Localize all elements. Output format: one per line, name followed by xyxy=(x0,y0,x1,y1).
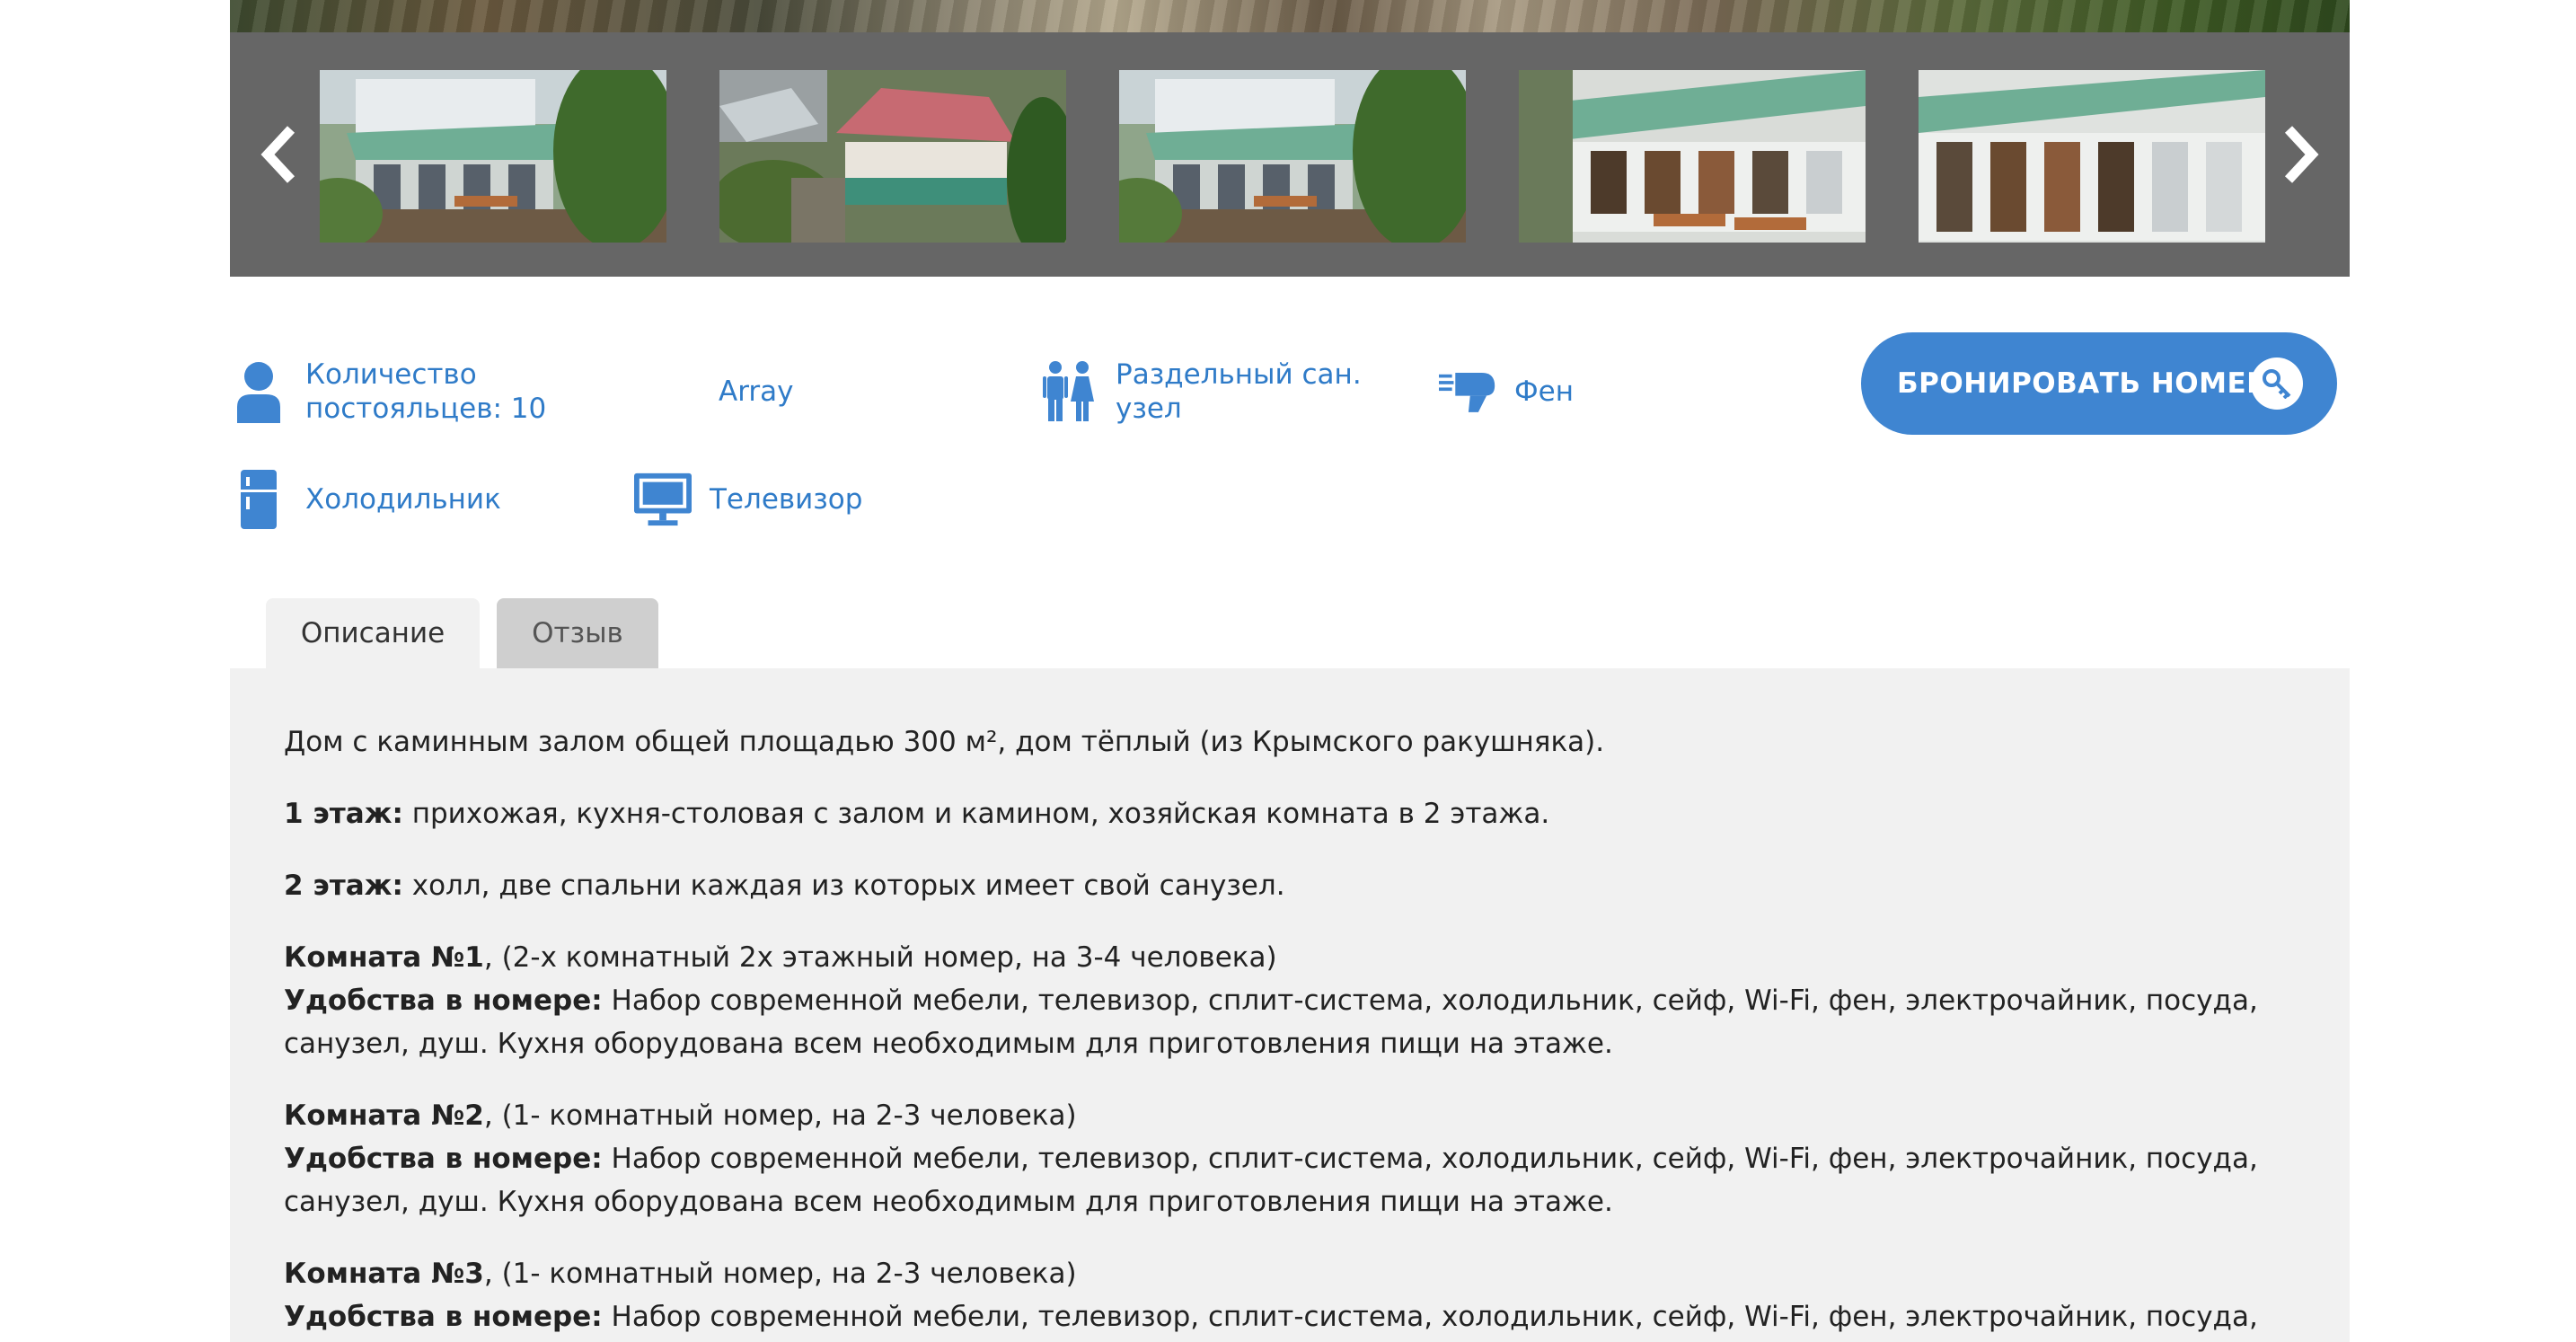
amenity-array: Array xyxy=(643,356,794,428)
description-floor2: 2 этаж: холл, две спальни каждая из кото… xyxy=(284,870,1285,902)
carousel-prev-arrow-icon[interactable] xyxy=(251,119,305,190)
amenity-bathroom: Раздельный сан. узел xyxy=(1040,356,1385,428)
book-room-label: БРОНИРОВАТЬ НОМЕР xyxy=(1897,367,2268,400)
restroom-icon xyxy=(1040,356,1098,428)
amenity-guests-label: Количество постояльцев: 10 xyxy=(305,358,547,425)
amenity-array-label: Array xyxy=(719,375,794,408)
thumbnail-2[interactable] xyxy=(719,70,1066,243)
tab-review[interactable]: Отзыв xyxy=(497,598,658,668)
key-icon xyxy=(2251,358,2303,410)
thumbnail-1[interactable] xyxy=(320,70,666,243)
description-room3: Комната №3, (1- комнатный номер, на 2-3 … xyxy=(284,1258,2258,1333)
description-room2: Комната №2, (1- комнатный номер, на 2-3 … xyxy=(284,1099,2258,1218)
amenity-hairdryer: Фен xyxy=(1439,356,1574,428)
thumbnail-carousel xyxy=(230,32,2350,277)
book-room-button[interactable]: БРОНИРОВАТЬ НОМЕР xyxy=(1861,332,2337,435)
description-intro: Дом с каминным залом общей площадью 300 … xyxy=(284,726,1605,758)
amenity-hairdryer-label: Фен xyxy=(1514,375,1575,408)
amenity-bathroom-label: Раздельный сан. узел xyxy=(1116,358,1362,425)
tab-description[interactable]: Описание xyxy=(266,598,480,668)
amenity-fridge-label: Холодильник xyxy=(305,483,501,516)
amenity-tv-label: Телевизор xyxy=(710,483,863,516)
person-icon xyxy=(230,356,287,428)
description-room1: Комната №1, (2-х комнатный 2х этажный но… xyxy=(284,941,2258,1060)
hairdryer-icon xyxy=(1439,356,1496,428)
hero-image xyxy=(230,0,2350,32)
thumbnail-5[interactable] xyxy=(1919,70,2265,243)
blank-icon xyxy=(643,356,701,428)
tv-icon xyxy=(634,464,692,535)
amenity-tv: Телевизор xyxy=(634,464,862,535)
thumbnail-4[interactable] xyxy=(1519,70,1866,243)
fridge-icon xyxy=(230,464,287,535)
thumbnail-3[interactable] xyxy=(1119,70,1466,243)
amenity-fridge: Холодильник xyxy=(230,464,501,535)
description-panel: Дом с каминным залом общей площадью 300 … xyxy=(230,668,2350,1342)
carousel-next-arrow-icon[interactable] xyxy=(2274,119,2328,190)
amenity-guests: Количество постояльцев: 10 xyxy=(230,356,575,428)
description-floor1: 1 этаж: прихожая, кухня-столовая с залом… xyxy=(284,798,1550,830)
